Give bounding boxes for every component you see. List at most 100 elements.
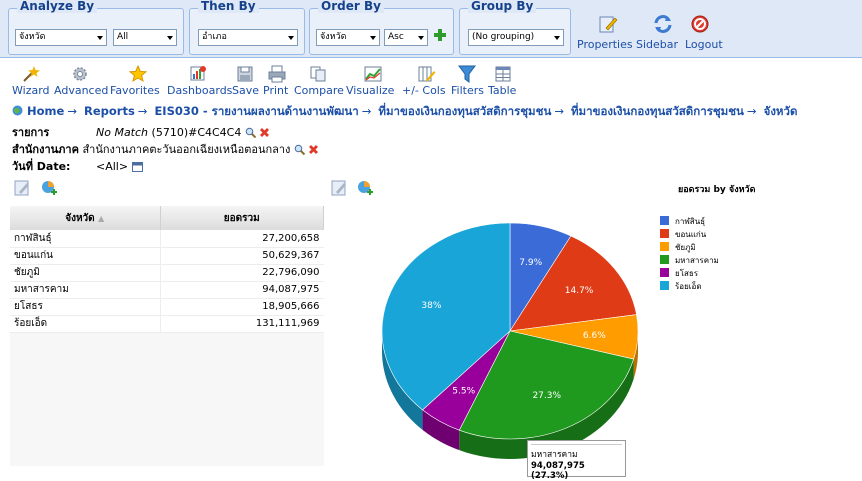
analyze-by-group: Analyze By จังหวัด All: [8, 0, 184, 55]
add-chart-icon[interactable]: [356, 179, 374, 197]
table-row[interactable]: กาฬสินธุ์ 27,200,658: [10, 230, 324, 248]
filters-button[interactable]: Filters: [451, 65, 484, 98]
table-row[interactable]: มหาสารคาม 94,087,975: [10, 281, 324, 299]
then-by-label: Then By: [198, 0, 259, 13]
pie-slice-label: 6.6%: [583, 331, 606, 341]
tooltip-value: 94,087,975 (27.3%): [531, 461, 585, 481]
legend-swatch: [660, 268, 669, 277]
legend-label: ชัยภูมิ: [675, 243, 696, 252]
cell-province: กาฬสินธุ์: [10, 230, 160, 248]
filter-date-row: วันที่ Date: <All>: [12, 157, 143, 175]
legend-swatch: [660, 229, 669, 238]
toolbar-label: Dashboards: [167, 84, 233, 97]
gear-icon: [73, 67, 87, 81]
logout-link[interactable]: Logout: [685, 38, 723, 51]
favorites-button[interactable]: Favorites: [110, 65, 166, 98]
magnifier-icon[interactable]: [294, 144, 306, 156]
toolbar: Wizard Advanced Favorites Dashboards Sav…: [0, 58, 862, 99]
column-header-total[interactable]: ยอดรวม: [160, 206, 324, 230]
chart-tooltip: มหาสารคาม 94,087,975 (27.3%): [527, 440, 626, 481]
legend-label: มหาสารคาม: [675, 256, 719, 265]
wizard-button[interactable]: Wizard: [12, 65, 50, 98]
sidebar-icon[interactable]: [652, 13, 674, 35]
save-button[interactable]: Save: [232, 65, 259, 98]
table-row[interactable]: ร้อยเอ็ด 131,111,969: [10, 315, 324, 333]
filter-item-row: รายการ No Match (5710)#C4C4C4: [12, 123, 270, 141]
breadcrumb-level1[interactable]: ที่มาของเงินกองทุนสวัสดิการชุมชน: [378, 104, 551, 118]
wizard-icon: [23, 66, 40, 82]
pie-slice-label: 5.5%: [452, 387, 475, 397]
breadcrumb-current[interactable]: จังหวัด: [764, 104, 798, 118]
properties-icon[interactable]: [597, 13, 619, 35]
cell-province: มหาสารคาม: [10, 281, 160, 299]
chart-title: ยอดรวม by จังหวัด: [678, 185, 756, 195]
print-button[interactable]: Print: [263, 65, 291, 98]
toolbar-label: Visualize: [346, 84, 395, 97]
order-by-label: Order By: [318, 0, 384, 13]
breadcrumb-report[interactable]: EIS030 - รายงานผลงานด้านงานพัฒนา: [154, 104, 358, 118]
pie-slice-label: 38%: [421, 301, 441, 311]
cols-button[interactable]: +/- Cols: [402, 65, 449, 98]
analyze-by-label: Analyze By: [17, 0, 98, 13]
breadcrumb-reports[interactable]: Reports: [84, 104, 135, 118]
table-row[interactable]: ชัยภูมิ 22,796,090: [10, 264, 324, 282]
cell-total: 94,087,975: [159, 281, 324, 299]
printer-icon: [268, 65, 286, 83]
calendar-icon[interactable]: [131, 161, 143, 172]
filter-office-row: สำนักงานภาค สำนักงานภาคตะวันออกเฉียงเหนื…: [12, 140, 319, 158]
then-by-group: Then By อำเภอ: [189, 0, 305, 55]
dashboard-icon: [190, 66, 206, 81]
order-direction-select[interactable]: Asc: [384, 29, 428, 46]
table-row[interactable]: ยโสธร 18,905,666: [10, 298, 324, 316]
legend-swatch: [660, 281, 669, 290]
dashboards-button[interactable]: Dashboards: [167, 65, 233, 98]
cell-total: 27,200,658: [159, 230, 324, 248]
sidebar-link[interactable]: Sidebar: [636, 38, 678, 51]
edit-chart-icon[interactable]: [330, 179, 348, 197]
remove-icon[interactable]: [259, 127, 270, 138]
star-icon: [128, 65, 148, 83]
analyze-by-filter-select[interactable]: All: [113, 29, 177, 46]
table-button[interactable]: Table: [488, 65, 518, 98]
legend-label: ร้อยเอ็ด: [675, 282, 702, 291]
filter-icon: [458, 65, 476, 83]
remove-icon[interactable]: [308, 144, 319, 155]
analyze-by-select[interactable]: จังหวัด: [15, 29, 107, 46]
group-by-select[interactable]: (No grouping): [468, 29, 564, 46]
cell-province: ยโสธร: [10, 298, 160, 316]
compare-icon: [310, 66, 325, 82]
toolbar-label: +/- Cols: [402, 84, 446, 97]
filter-office-label: สำนักงานภาค: [12, 143, 79, 156]
magnifier-icon[interactable]: [245, 127, 257, 139]
compare-button[interactable]: Compare: [294, 65, 344, 98]
edit-chart-icon[interactable]: [13, 179, 31, 197]
breadcrumb-level2[interactable]: ที่มาของเงินกองทุนสวัสดิการชุมชน: [571, 104, 744, 118]
columns-edit-icon: [418, 66, 435, 82]
then-by-select[interactable]: อำเภอ: [198, 29, 298, 46]
data-table: จังหวัด ▲ ยอดรวม กาฬสินธุ์ 27,200,658 ขอนแ…: [10, 206, 324, 333]
toolbar-label: Advanced: [54, 84, 109, 97]
filter-item-value: (5710)#C4C4C4: [151, 126, 242, 139]
add-chart-icon[interactable]: [40, 179, 58, 197]
group-by-label: Group By: [468, 0, 537, 13]
visualize-button[interactable]: Visualize: [346, 65, 400, 98]
filter-item-nomatch: No Match: [96, 126, 149, 139]
advanced-button[interactable]: Advanced: [54, 65, 109, 98]
top-bar: Analyze By จังหวัด All Then By อำเภอ Ord…: [0, 0, 862, 58]
logout-icon[interactable]: [689, 13, 711, 35]
properties-link[interactable]: Properties: [577, 38, 633, 51]
cell-total: 18,905,666: [159, 298, 324, 316]
legend-label: ยโสธร: [675, 269, 699, 278]
column-header-province[interactable]: จังหวัด ▲: [10, 206, 161, 230]
table-row[interactable]: ขอนแก่น 50,629,367: [10, 247, 324, 265]
pie-chart[interactable]: 7.9% 14.7% 6.6% 27.3% 5.5% 38%: [330, 205, 660, 477]
order-by-select[interactable]: จังหวัด: [316, 29, 380, 46]
toolbar-label: Compare: [294, 84, 344, 97]
toolbar-label: Filters: [451, 84, 484, 97]
cell-total: 131,111,969: [159, 315, 324, 333]
breadcrumb-home[interactable]: Home: [27, 104, 64, 118]
legend-label: ขอนแก่น: [675, 230, 707, 239]
add-order-icon[interactable]: [433, 28, 447, 42]
data-table-panel: จังหวัด ▲ ยอดรวม กาฬสินธุ์ 27,200,658 ขอนแ…: [10, 206, 324, 466]
cell-total: 22,796,090: [159, 264, 324, 282]
